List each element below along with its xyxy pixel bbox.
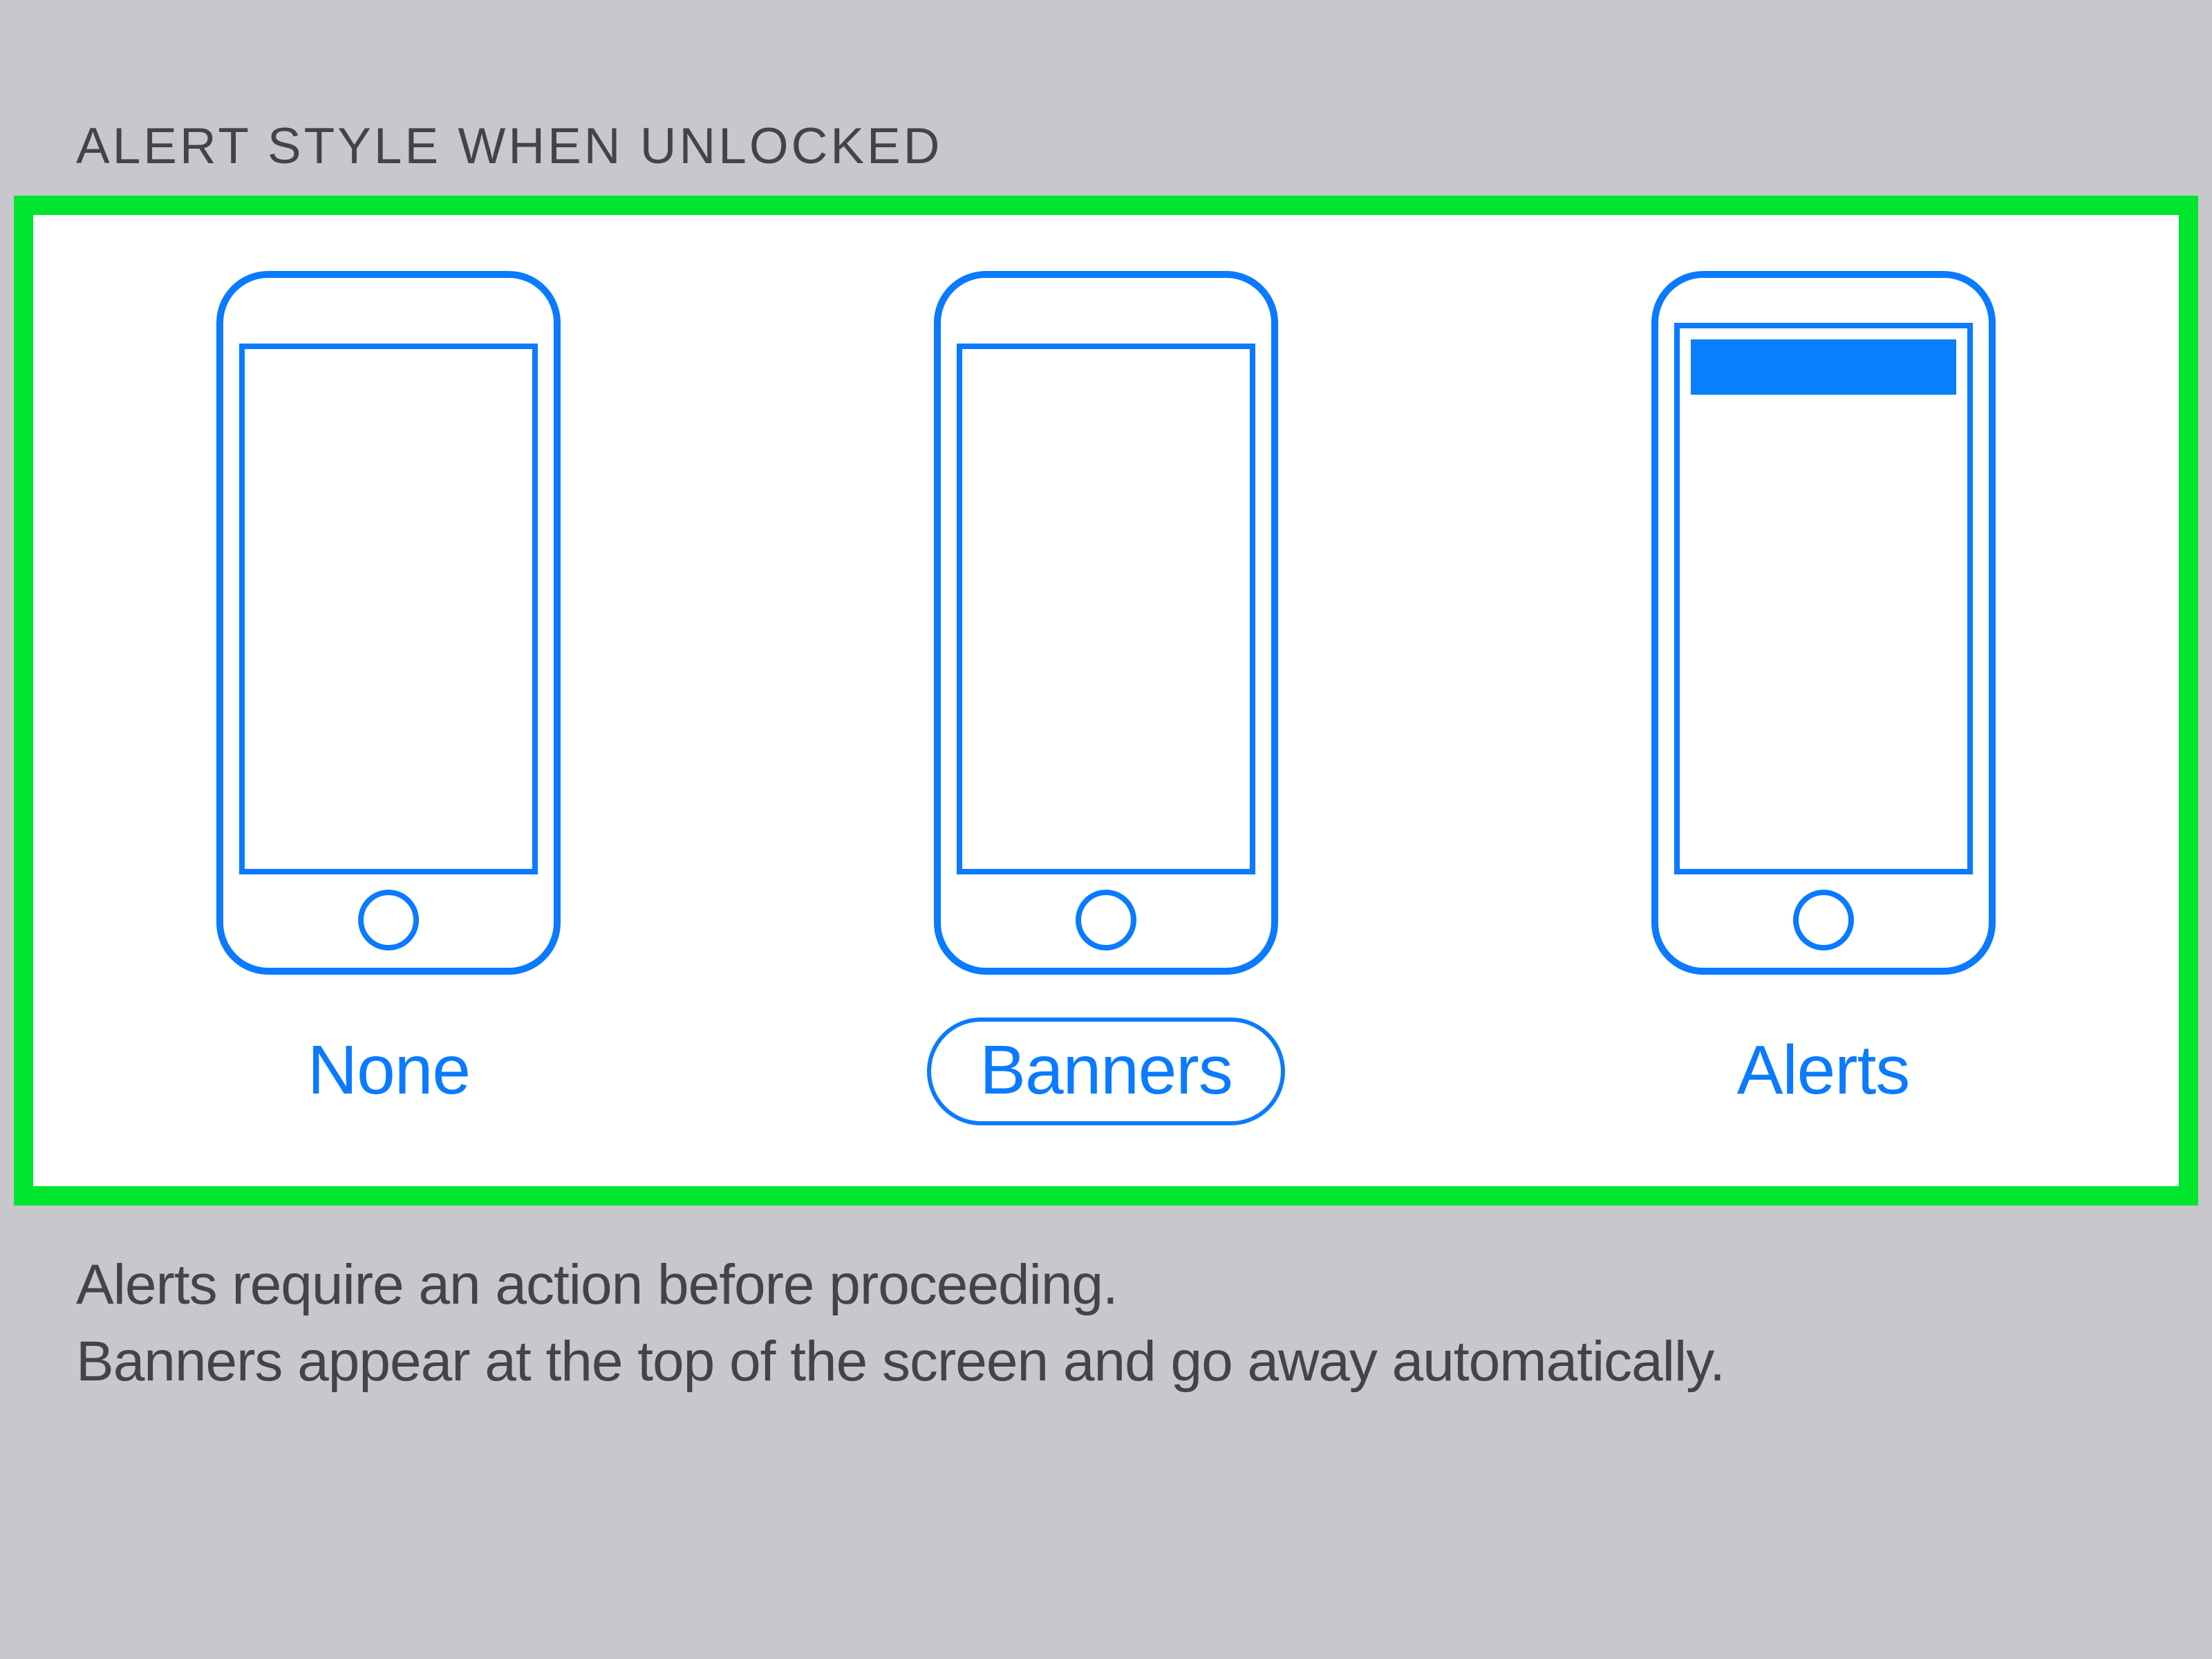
phone-alerts-icon — [1651, 270, 1996, 975]
alert-style-label-none: None — [259, 1018, 518, 1125]
alert-style-option-none[interactable]: None — [216, 270, 561, 1110]
phone-none-icon — [216, 270, 561, 975]
phone-banners-icon — [933, 270, 1279, 975]
section-footer: Alerts require an action before proceedi… — [0, 1206, 2212, 1400]
alert-style-label-banners: Banners — [927, 1018, 1284, 1125]
section-header: ALERT STYLE WHEN UNLOCKED — [0, 69, 2212, 196]
footer-line-2: Banners appear at the top of the screen … — [76, 1324, 2136, 1400]
alert-style-option-alerts[interactable]: Alerts — [1651, 270, 1996, 1110]
alert-style-label-alerts: Alerts — [1689, 1018, 1958, 1125]
alert-style-option-banners[interactable]: Banners — [927, 270, 1284, 1110]
alert-style-panel: None Banners Alerts — [14, 196, 2198, 1206]
footer-line-1: Alerts require an action before proceedi… — [76, 1247, 2136, 1324]
